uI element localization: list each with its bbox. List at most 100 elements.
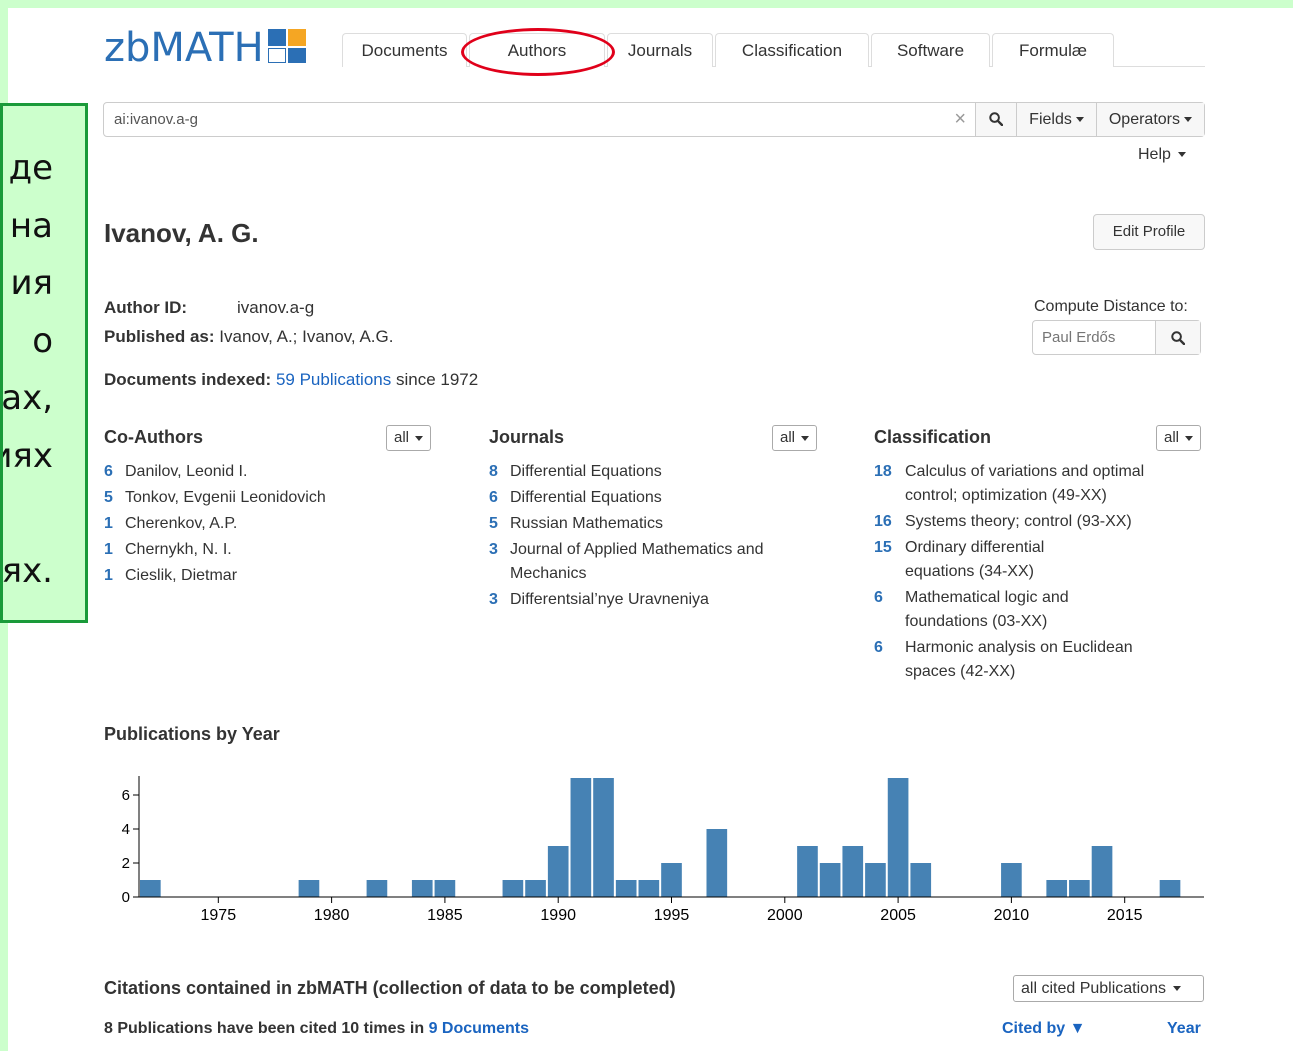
item-label: Cherenkov, A.P. [125, 515, 238, 532]
x-tick-label: 1975 [201, 907, 237, 924]
tab-authors[interactable]: Authors [469, 33, 605, 67]
classification-filter-dropdown[interactable]: all [1156, 425, 1202, 451]
caret-down-icon [1184, 117, 1192, 123]
item-count: 6 [874, 589, 883, 606]
compute-distance-button[interactable] [1155, 321, 1200, 354]
coauthor-item[interactable]: 5 Tonkov, Evgenii Leonidovich [104, 486, 434, 510]
item-label: Calculus of variations and optimal contr… [905, 463, 1145, 504]
chart-bar [1091, 846, 1113, 897]
cited-publications-dropdown[interactable]: all cited Publications [1013, 975, 1204, 1002]
item-count: 6 [874, 639, 883, 656]
callout-line: иях [3, 435, 53, 476]
item-count: 15 [874, 539, 892, 556]
citations-summary: 8 Publications have been cited 10 times … [104, 1020, 529, 1038]
tab-software[interactable]: Software [871, 33, 990, 67]
search-icon [989, 112, 1004, 127]
item-label: Differentsial’nye Uravneniya [510, 591, 709, 608]
y-tick-label: 2 [122, 855, 130, 872]
publications-link[interactable]: 59 Publications [276, 370, 391, 389]
caret-down-icon [1177, 152, 1186, 158]
y-tick-label: 4 [122, 821, 130, 838]
item-count: 16 [874, 513, 892, 530]
fields-dropdown[interactable]: Fields [1016, 103, 1096, 136]
search-button[interactable] [975, 103, 1017, 136]
compute-distance-label: Compute Distance to: [1034, 298, 1188, 315]
classification-item[interactable]: 6 Mathematical logic and foundations (03… [874, 586, 1104, 634]
caret-down-icon [1185, 435, 1194, 441]
item-count: 8 [489, 463, 498, 480]
item-label: Ordinary differential equations (34-XX) [905, 539, 1045, 580]
operators-label: Operators [1108, 111, 1180, 128]
chart-bar [547, 846, 569, 897]
callout-line: де [8, 148, 53, 188]
help-dropdown[interactable]: Help [1138, 146, 1186, 164]
x-tick-label: 1995 [654, 907, 690, 924]
filter-label: all [394, 429, 410, 446]
item-label: Harmonic analysis on Euclidean spaces (4… [905, 639, 1133, 680]
item-label: Mathematical logic and foundations (03-X… [905, 589, 1069, 630]
callout-line: ях. [1, 550, 53, 591]
zbmath-logo[interactable]: zbMATH [104, 24, 310, 72]
x-tick-label: 2015 [1107, 907, 1143, 924]
x-tick-label: 2010 [994, 907, 1030, 924]
item-count: 6 [104, 463, 113, 480]
chart-bar [797, 846, 818, 897]
item-count: 1 [104, 515, 113, 532]
chart-bar [411, 880, 433, 897]
classification-item[interactable]: 15 Ordinary differential equations (34-X… [874, 536, 1094, 584]
chart-bar [1001, 863, 1022, 897]
classification-item[interactable]: 18 Calculus of variations and optimal co… [874, 460, 1184, 508]
fields-label: Fields [1029, 111, 1072, 128]
x-tick-label: 1990 [540, 907, 576, 924]
coauthors-filter-dropdown[interactable]: all [386, 425, 432, 451]
journal-item[interactable]: 8 Differential Equations [489, 460, 819, 484]
chart-bar [593, 778, 614, 897]
chart-bar [865, 863, 886, 897]
tab-formulae[interactable]: Formulæ [992, 33, 1114, 67]
coauthor-item[interactable]: 1 Cieslik, Dietmar [104, 564, 434, 588]
journal-item[interactable]: 6 Differential Equations [489, 486, 819, 510]
sort-year[interactable]: Year [1167, 1020, 1201, 1038]
chart-bar [887, 778, 909, 897]
clear-icon[interactable]: × [945, 103, 975, 136]
page: zbMATH Documents Authors Journals Classi… [8, 8, 1293, 1051]
edit-profile-button[interactable]: Edit Profile [1093, 214, 1205, 250]
coauthor-item[interactable]: 1 Cherenkov, A.P. [104, 512, 434, 536]
tab-documents[interactable]: Documents [342, 33, 467, 67]
chart-bar [570, 778, 592, 897]
y-tick-label: 6 [122, 787, 130, 804]
operators-dropdown[interactable]: Operators [1095, 103, 1204, 136]
caret-down-icon [1075, 117, 1084, 123]
item-label: Danilov, Leonid I. [125, 463, 248, 480]
classification-item[interactable]: 16 Systems theory; control (93-XX) [874, 510, 1184, 534]
publications-by-year-chart: 0 2 4 6 1975 1980 1985 1990 1995 2000 2005 2010 2015 [122, 776, 1204, 924]
logo-text: zbMATH [104, 25, 264, 71]
item-label: Tonkov, Evgenii Leonidovich [125, 489, 326, 506]
search-input[interactable] [104, 103, 946, 136]
tab-journals[interactable]: Journals [607, 33, 713, 67]
caret-down-icon [415, 435, 424, 441]
journals-filter-dropdown[interactable]: all [772, 425, 818, 451]
coauthor-item[interactable]: 1 Chernykh, N. I. [104, 538, 434, 562]
coauthor-item[interactable]: 6 Danilov, Leonid I. [104, 460, 434, 484]
compute-distance-input[interactable] [1033, 321, 1155, 354]
citations-title: Citations contained in zbMATH (collectio… [104, 978, 676, 998]
callout-line: ия [10, 263, 53, 303]
journal-item[interactable]: 3 Differentsial’nye Uravneniya [489, 588, 819, 612]
help-label: Help [1138, 146, 1171, 163]
callout-line: на [9, 205, 53, 246]
journal-item[interactable]: 5 Russian Mathematics [489, 512, 819, 536]
chart-bar [525, 880, 546, 897]
chart-bar [842, 846, 864, 897]
classification-item[interactable]: 6 Harmonic analysis on Euclidean spaces … [874, 636, 1174, 684]
citing-documents-link[interactable]: 9 Documents [429, 1020, 529, 1037]
chart-bar [502, 880, 524, 897]
sort-cited-by[interactable]: Cited by ▼ [1002, 1020, 1085, 1038]
publications-by-year-title: Publications by Year [104, 724, 280, 744]
chart-bar [615, 880, 637, 897]
main-nav: Documents Authors Journals Classificatio… [342, 33, 1205, 67]
journal-item[interactable]: 3 Journal of Applied Mathematics and Mec… [489, 538, 819, 586]
tab-classification[interactable]: Classification [715, 33, 869, 67]
documents-since: since 1972 [395, 370, 479, 389]
item-label: Differential Equations [510, 463, 662, 480]
